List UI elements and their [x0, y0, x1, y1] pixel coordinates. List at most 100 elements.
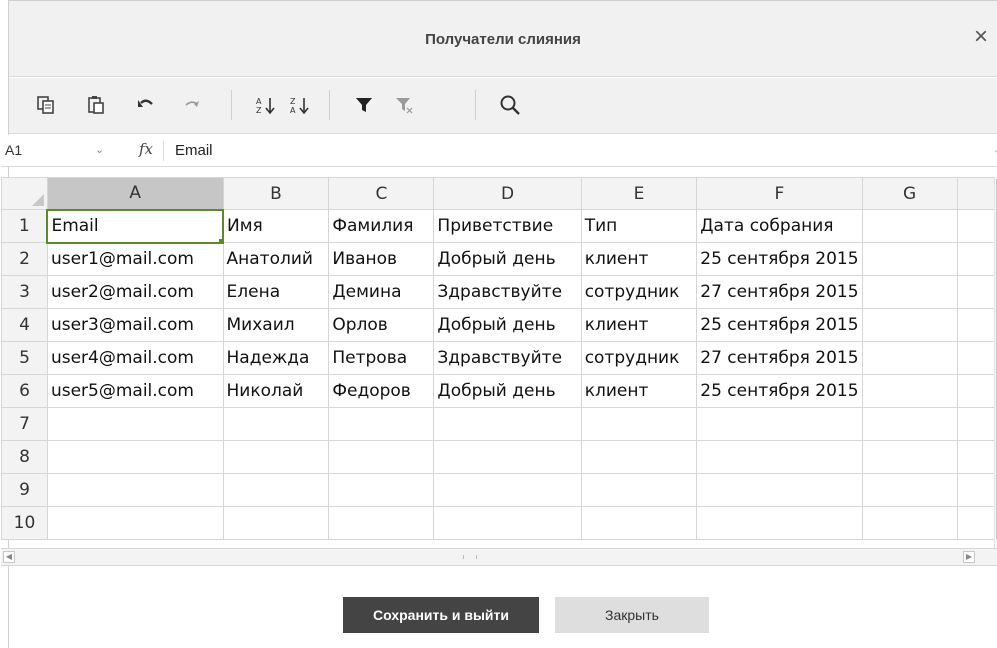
table-cell[interactable] — [433, 407, 582, 441]
table-cell[interactable]: Тип — [580, 209, 698, 243]
row-header[interactable]: 10 — [1, 506, 48, 540]
row-header[interactable]: 8 — [1, 440, 48, 474]
table-cell[interactable] — [222, 440, 330, 474]
table-cell[interactable] — [696, 407, 863, 441]
chevron-down-icon[interactable]: ⌄ — [95, 143, 104, 156]
table-cell[interactable]: 25 сентября 2015 — [696, 308, 863, 342]
close-button[interactable]: Закрыть — [555, 597, 709, 633]
table-cell[interactable] — [580, 440, 698, 474]
table-cell[interactable]: Николай — [222, 374, 330, 408]
table-cell[interactable]: Елена — [222, 275, 330, 309]
table-cell[interactable] — [46, 506, 224, 540]
table-cell[interactable] — [222, 407, 330, 441]
table-cell[interactable] — [696, 440, 863, 474]
row-header[interactable]: 5 — [1, 341, 48, 375]
undo-icon[interactable] — [131, 90, 161, 120]
table-cell[interactable] — [956, 308, 997, 342]
table-cell[interactable] — [861, 506, 958, 540]
table-cell[interactable] — [580, 473, 698, 507]
table-cell[interactable] — [433, 473, 582, 507]
row-header[interactable]: 9 — [1, 473, 48, 507]
table-cell[interactable]: user1@mail.com — [46, 242, 224, 276]
table-cell[interactable] — [956, 374, 997, 408]
table-cell[interactable]: 25 сентября 2015 — [696, 242, 863, 276]
table-cell[interactable]: клиент — [580, 374, 698, 408]
table-cell[interactable] — [956, 209, 997, 243]
table-cell[interactable] — [861, 374, 958, 408]
close-icon[interactable]: × — [969, 25, 993, 49]
table-cell[interactable]: Дата собрания — [696, 209, 863, 243]
table-cell[interactable] — [956, 473, 997, 507]
table-cell[interactable]: user3@mail.com — [46, 308, 224, 342]
table-cell[interactable] — [46, 473, 224, 507]
table-cell[interactable]: Надежда — [222, 341, 330, 375]
column-header-f[interactable]: F — [696, 177, 863, 210]
table-cell[interactable] — [956, 275, 997, 309]
table-cell[interactable] — [433, 506, 582, 540]
table-cell[interactable]: сотрудник — [580, 275, 698, 309]
table-cell[interactable]: клиент — [580, 308, 698, 342]
table-cell[interactable] — [861, 275, 958, 309]
table-cell[interactable] — [861, 473, 958, 507]
table-cell[interactable]: Михаил — [222, 308, 330, 342]
formula-input[interactable]: Email — [175, 142, 213, 159]
scroll-left-icon[interactable]: ◀ — [3, 551, 15, 563]
table-cell[interactable]: Имя — [222, 209, 330, 243]
table-cell[interactable] — [222, 473, 330, 507]
scroll-grip[interactable] — [463, 555, 477, 559]
filter-icon[interactable] — [349, 90, 379, 120]
table-cell[interactable] — [861, 308, 958, 342]
table-cell[interactable] — [861, 407, 958, 441]
table-cell[interactable] — [956, 440, 997, 474]
table-cell[interactable]: Федоров — [328, 374, 435, 408]
row-header[interactable]: 4 — [1, 308, 48, 342]
table-cell[interactable]: клиент — [580, 242, 698, 276]
table-cell[interactable] — [861, 242, 958, 276]
column-header-d[interactable]: D — [433, 177, 582, 210]
search-icon[interactable] — [495, 90, 525, 120]
table-cell[interactable] — [956, 341, 997, 375]
clear-filter-icon[interactable] — [389, 90, 419, 120]
table-cell[interactable]: Добрый день — [433, 242, 582, 276]
horizontal-scrollbar[interactable]: ◀ ▶ — [1, 548, 997, 566]
table-cell[interactable]: Орлов — [328, 308, 435, 342]
table-cell[interactable] — [696, 506, 863, 540]
row-header[interactable]: 2 — [1, 242, 48, 276]
table-cell[interactable] — [328, 407, 435, 441]
row-header[interactable]: 1 — [1, 209, 48, 243]
sort-ascending-icon[interactable]: AZ — [251, 90, 281, 120]
table-cell[interactable] — [580, 407, 698, 441]
sort-descending-icon[interactable]: ZA — [285, 90, 315, 120]
save-exit-button[interactable]: Сохранить и выйти — [343, 597, 539, 633]
table-cell[interactable] — [328, 473, 435, 507]
table-cell[interactable]: user4@mail.com — [46, 341, 224, 375]
table-cell[interactable] — [956, 407, 997, 441]
table-cell[interactable]: 27 сентября 2015 — [696, 275, 863, 309]
table-cell[interactable]: Демина — [328, 275, 435, 309]
column-header-b[interactable]: B — [222, 177, 330, 210]
table-cell[interactable]: Здравствуйте — [433, 275, 582, 309]
table-cell[interactable] — [328, 506, 435, 540]
cell-name-box[interactable]: A1 — [5, 142, 22, 158]
table-cell[interactable]: Здравствуйте — [433, 341, 582, 375]
table-cell[interactable]: Петрова — [328, 341, 435, 375]
table-cell[interactable]: Иванов — [328, 242, 435, 276]
table-cell[interactable]: Приветствие — [433, 209, 582, 243]
scroll-right-icon[interactable]: ▶ — [963, 551, 975, 563]
chevron-down-icon[interactable]: ⌄ — [993, 143, 997, 156]
table-cell[interactable]: 25 сентября 2015 — [696, 374, 863, 408]
fill-handle[interactable] — [219, 238, 222, 241]
active-cell[interactable]: Email — [46, 208, 225, 244]
row-header[interactable]: 3 — [1, 275, 48, 309]
table-cell[interactable]: user5@mail.com — [46, 374, 224, 408]
row-header[interactable]: 6 — [1, 374, 48, 408]
table-cell[interactable]: сотрудник — [580, 341, 698, 375]
table-cell[interactable] — [222, 506, 330, 540]
table-cell[interactable] — [861, 440, 958, 474]
select-all-corner[interactable] — [1, 177, 48, 210]
table-cell[interactable] — [433, 440, 582, 474]
redo-icon[interactable] — [177, 90, 207, 120]
table-cell[interactable] — [46, 407, 224, 441]
table-cell[interactable]: user2@mail.com — [46, 275, 224, 309]
table-cell[interactable] — [956, 242, 997, 276]
